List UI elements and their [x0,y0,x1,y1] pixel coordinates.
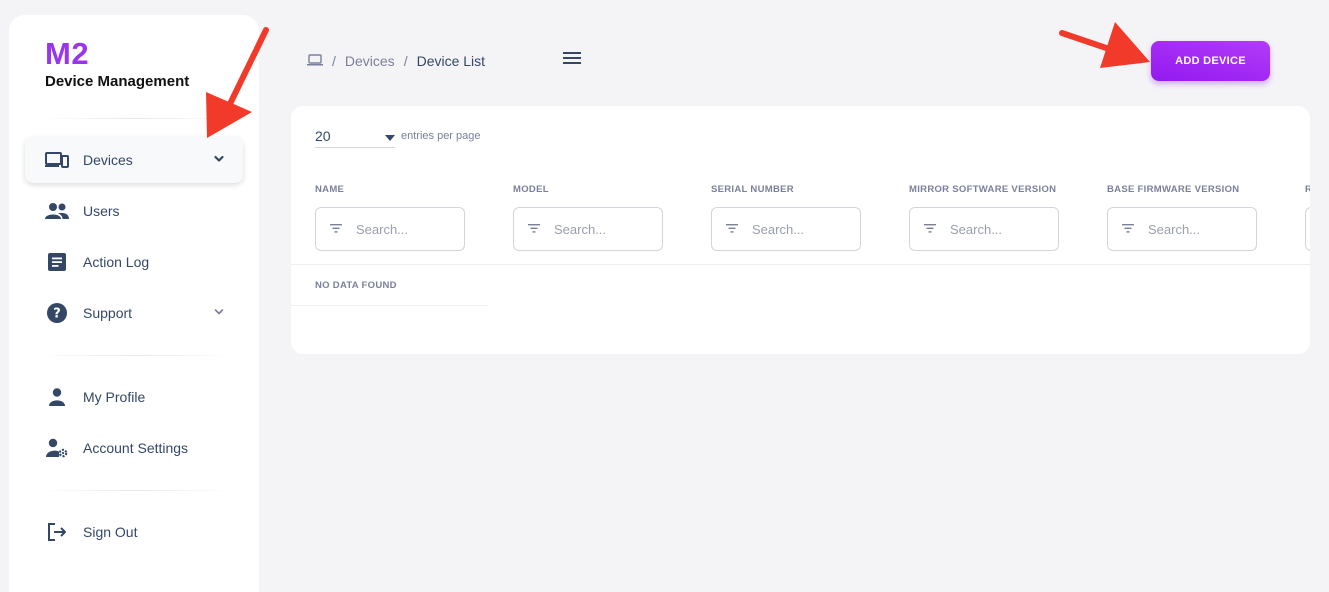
column-header[interactable]: MODEL [513,184,663,195]
breadcrumb-devices-link[interactable]: Devices [345,53,395,69]
entries-per-page: 20 entries per page [315,124,481,148]
person-icon [45,385,69,409]
sidebar-divider [39,118,231,119]
column-header[interactable]: SERIAL NUMBER [711,184,861,195]
filter-icon [924,220,936,238]
document-icon [45,250,69,274]
sidebar-item-my-profile[interactable]: My Profile [25,374,243,420]
mirror-software-version-search-input[interactable] [950,221,1050,237]
sidebar-item-sign-out[interactable]: Sign Out [25,509,243,555]
column-mirror-software-version: MIRROR SOFTWARE VERSION [909,184,1059,251]
column-base-firmware-version: BASE FIRMWARE VERSION [1107,184,1257,251]
column-search-box[interactable] [1107,207,1257,251]
user-gear-icon [45,436,69,460]
chevron-down-icon[interactable] [213,305,225,323]
sidebar-item-label: Action Log [83,254,150,270]
sidebar-item-action-log[interactable]: Action Log [25,239,243,285]
filter-icon [330,220,342,238]
name-search-input[interactable] [356,221,456,237]
logout-icon [45,520,69,544]
annotation-arrow-add-device [1059,22,1150,68]
device-table-card: 20 entries per page NAME MODEL SERIAL NU… [291,106,1310,354]
base-firmware-version-search-input[interactable] [1148,221,1248,237]
column-header[interactable]: BASE FIRMWARE VERSION [1107,184,1257,195]
sidebar-item-users[interactable]: Users [25,188,243,234]
entries-label: entries per page [401,130,481,142]
chevron-down-icon[interactable] [213,152,225,170]
breadcrumb: / Devices / Device List [307,53,485,69]
brand-subtitle: Device Management [45,73,190,90]
column-search-box[interactable] [513,207,663,251]
sidebar-item-label: Devices [83,152,133,168]
laptop-icon[interactable] [307,53,323,69]
sidebar-item-label: Users [83,203,120,219]
model-search-input[interactable] [554,221,654,237]
help-circle-icon: ? [45,301,69,325]
filter-icon [1122,220,1134,238]
filter-icon [726,220,738,238]
devices-icon [45,148,69,172]
column-header[interactable]: R [1305,184,1310,195]
column-header[interactable]: NAME [315,184,465,195]
sidebar-item-label: Support [83,305,133,321]
sidebar-item-label: My Profile [83,389,146,405]
column-name: NAME [315,184,465,251]
sidebar-item-label: Account Settings [83,440,189,456]
breadcrumb-separator: / [403,53,408,69]
sidebar-item-devices[interactable]: Devices [25,137,243,183]
column-truncated: R [1305,184,1310,251]
brand[interactable]: M2 Device Management [45,36,190,91]
brand-title: M2 [45,36,90,71]
entries-select[interactable]: 20 [315,124,395,148]
entries-value: 20 [315,127,331,144]
column-search-box[interactable] [711,207,861,251]
sidebar-item-account-settings[interactable]: Account Settings [25,425,243,471]
column-header[interactable]: MIRROR SOFTWARE VERSION [909,184,1059,195]
column-serial-number: SERIAL NUMBER [711,184,861,251]
breadcrumb-separator: / [332,53,336,69]
empty-message: NO DATA FOUND [315,280,397,291]
sidebar: M2 Device Management Devices Users Actio… [9,15,259,592]
column-model: MODEL [513,184,663,251]
serial-number-search-input[interactable] [752,221,852,237]
table-divider [291,305,488,306]
filter-icon [528,220,540,238]
sidebar-divider [39,490,231,491]
users-icon [45,199,69,223]
sidebar-item-support[interactable]: ? Support [25,290,243,336]
sidebar-item-label: Sign Out [83,524,138,540]
sidebar-divider [39,355,231,356]
column-search-box[interactable] [315,207,465,251]
column-search-box[interactable] [909,207,1059,251]
svg-text:?: ? [53,307,61,322]
table-divider [291,264,1310,265]
column-search-box[interactable] [1305,207,1310,251]
caret-down-icon [385,128,395,144]
add-device-button[interactable]: ADD DEVICE [1151,41,1270,81]
hamburger-icon[interactable] [561,48,583,68]
breadcrumb-current: Device List [416,53,486,69]
